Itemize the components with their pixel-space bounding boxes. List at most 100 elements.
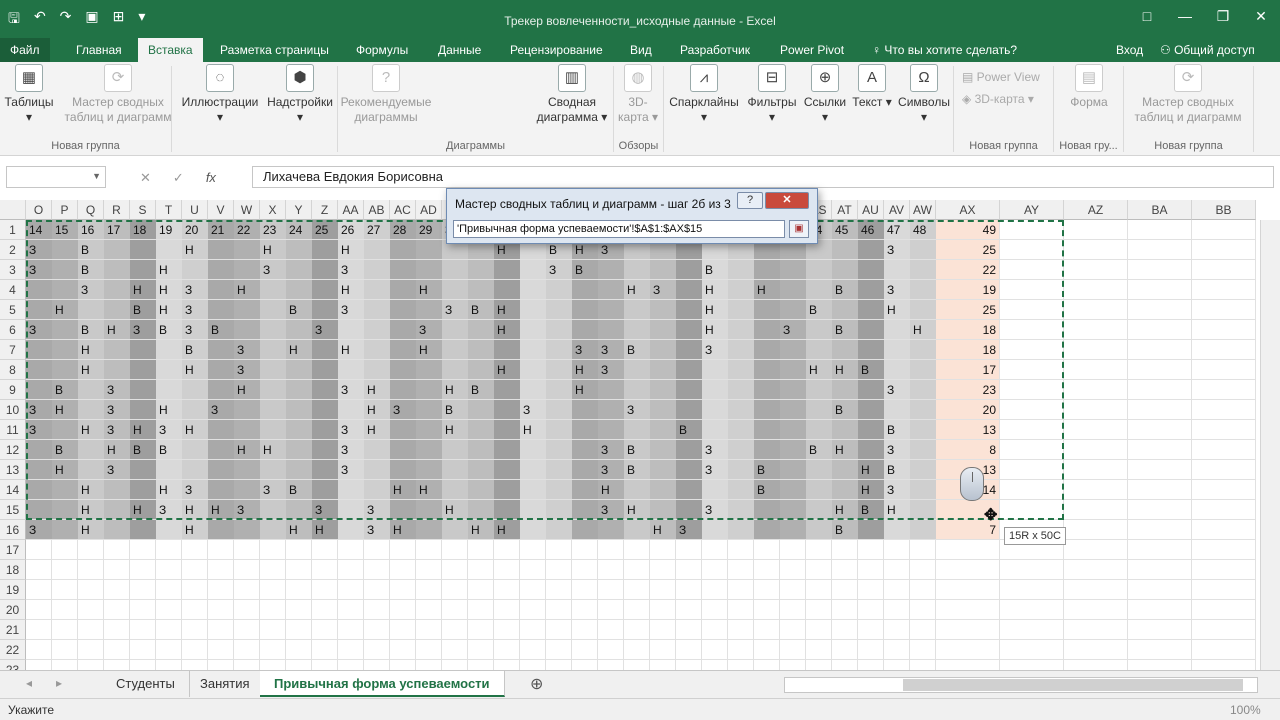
cell[interactable] [442, 460, 468, 480]
cell[interactable] [52, 480, 78, 500]
cell[interactable]: З [546, 260, 572, 280]
cell[interactable] [364, 260, 390, 280]
cell[interactable] [806, 480, 832, 500]
ribbon-small-button[interactable]: ▤ Power View [962, 70, 1040, 84]
cell[interactable] [754, 340, 780, 360]
cell[interactable]: В [676, 420, 702, 440]
cell[interactable] [286, 260, 312, 280]
cell[interactable] [1192, 640, 1256, 660]
cell[interactable] [390, 320, 416, 340]
cell[interactable] [1000, 280, 1064, 300]
cell[interactable]: 13 [936, 420, 1000, 440]
cell[interactable] [416, 460, 442, 480]
cell[interactable] [624, 300, 650, 320]
ribbon-button[interactable]: ⊟ Фильтры ▾ [744, 64, 800, 125]
cell[interactable] [286, 560, 312, 580]
cell[interactable]: З [260, 480, 286, 500]
cell[interactable] [312, 420, 338, 440]
cell[interactable] [520, 360, 546, 380]
cell[interactable]: Н [234, 280, 260, 300]
cell[interactable] [728, 340, 754, 360]
cell[interactable] [884, 600, 910, 620]
cell[interactable] [676, 280, 702, 300]
cell[interactable]: Н [650, 520, 676, 540]
cell[interactable] [130, 480, 156, 500]
cell[interactable] [676, 540, 702, 560]
cell[interactable] [520, 620, 546, 640]
row-header[interactable]: 16 [0, 520, 26, 540]
tab-4[interactable]: Формулы [346, 38, 418, 62]
cell[interactable] [754, 640, 780, 660]
cell[interactable] [208, 620, 234, 640]
cell[interactable] [390, 560, 416, 580]
cell[interactable] [494, 660, 520, 670]
cell[interactable] [104, 560, 130, 580]
cell[interactable] [208, 580, 234, 600]
cell[interactable] [260, 660, 286, 670]
cell[interactable] [884, 340, 910, 360]
column-header[interactable]: AW [910, 200, 936, 220]
column-header[interactable]: V [208, 200, 234, 220]
cell[interactable] [884, 400, 910, 420]
cell[interactable]: В [78, 240, 104, 260]
cell[interactable] [910, 480, 936, 500]
cell[interactable] [728, 600, 754, 620]
cell[interactable] [442, 580, 468, 600]
cell[interactable] [468, 580, 494, 600]
cell[interactable] [286, 380, 312, 400]
cell[interactable] [650, 460, 676, 480]
cell[interactable] [728, 540, 754, 560]
cell[interactable] [364, 340, 390, 360]
cell[interactable] [156, 660, 182, 670]
cell[interactable] [936, 540, 1000, 560]
cell[interactable] [832, 620, 858, 640]
row-header[interactable]: 5 [0, 300, 26, 320]
cell[interactable] [598, 320, 624, 340]
cell[interactable] [1128, 360, 1192, 380]
cell[interactable] [1192, 340, 1256, 360]
cell[interactable]: 15 [52, 220, 78, 240]
cell[interactable] [884, 660, 910, 670]
cell[interactable] [624, 620, 650, 640]
cell[interactable]: З [156, 500, 182, 520]
cell[interactable] [416, 380, 442, 400]
column-header[interactable]: T [156, 200, 182, 220]
row-header[interactable]: 11 [0, 420, 26, 440]
cell[interactable]: Н [494, 360, 520, 380]
cell[interactable] [520, 380, 546, 400]
cell[interactable] [52, 540, 78, 560]
cell[interactable] [104, 340, 130, 360]
cell[interactable] [520, 340, 546, 360]
cell[interactable]: Н [754, 280, 780, 300]
cell[interactable]: З [26, 240, 52, 260]
cell[interactable] [1064, 540, 1128, 560]
cell[interactable] [494, 280, 520, 300]
cell[interactable]: Н [156, 300, 182, 320]
cell[interactable]: 22 [936, 260, 1000, 280]
cell[interactable] [858, 340, 884, 360]
cell[interactable] [884, 580, 910, 600]
cell[interactable] [286, 580, 312, 600]
tab-3[interactable]: Разметка страницы [210, 38, 339, 62]
tab-5[interactable]: Данные [428, 38, 491, 62]
cell[interactable] [650, 320, 676, 340]
cell[interactable]: Н [182, 500, 208, 520]
cell[interactable] [650, 260, 676, 280]
cell[interactable] [676, 640, 702, 660]
cell[interactable] [416, 260, 442, 280]
cell[interactable] [624, 580, 650, 600]
cell[interactable] [208, 560, 234, 580]
cell[interactable] [390, 580, 416, 600]
cell[interactable]: 17 [104, 220, 130, 240]
cell[interactable] [468, 500, 494, 520]
cell[interactable] [858, 300, 884, 320]
cell[interactable] [78, 620, 104, 640]
zoom-level[interactable]: 100% [1230, 703, 1261, 717]
cell[interactable] [78, 400, 104, 420]
cell[interactable] [1128, 480, 1192, 500]
cell[interactable]: Н [338, 280, 364, 300]
cell[interactable] [416, 600, 442, 620]
cell[interactable] [780, 640, 806, 660]
cell[interactable] [1000, 420, 1064, 440]
cell[interactable] [208, 360, 234, 380]
